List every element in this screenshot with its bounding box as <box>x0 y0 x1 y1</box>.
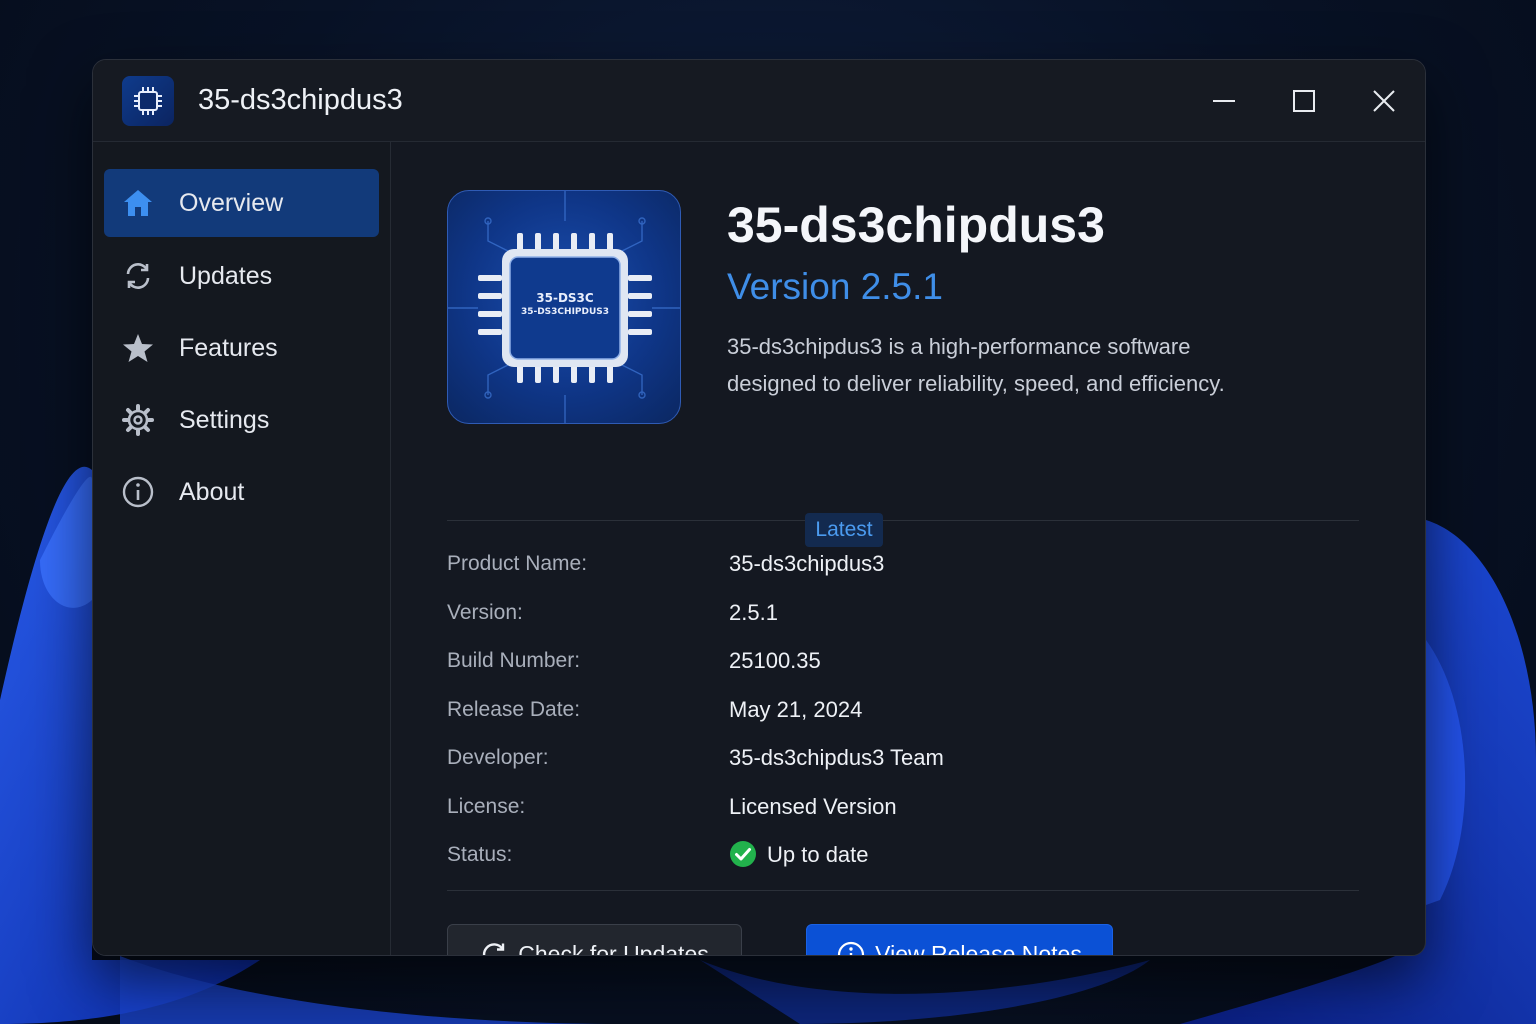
sidebar-item-features[interactable]: Features <box>104 314 379 382</box>
sidebar-item-overview[interactable]: Overview <box>104 169 379 237</box>
close-icon <box>1373 90 1395 112</box>
star-icon <box>122 332 154 364</box>
app-title: 35-ds3chipdus3 <box>727 197 1105 253</box>
overview-panel: 35-DS3C 35-DS3CHIPDUS3 35-ds3chipdus3 Ve… <box>391 142 1425 956</box>
info-value-license: Licensed Version <box>729 794 897 819</box>
info-label-release-date: Release Date: <box>447 698 581 721</box>
app-description: 35-ds3chipdus3 is a high-performance sof… <box>727 334 1225 396</box>
app-version: Version 2.5.1 <box>727 266 943 307</box>
refresh-icon <box>122 260 154 292</box>
sidebar: Overview Updates Features Settings About <box>93 142 391 955</box>
check-for-updates-button[interactable]: Check for Updates <box>447 924 742 956</box>
info-icon <box>837 941 865 955</box>
info-label-version: Version: <box>447 601 523 624</box>
info-label-build-number: Build Number: <box>447 649 581 672</box>
chip-label-line1: 35-DS3C <box>536 291 594 305</box>
sidebar-item-label: About <box>179 478 245 506</box>
info-label-license: License: <box>447 795 526 818</box>
app-logo-icon <box>122 76 174 126</box>
sidebar-item-label: Settings <box>179 406 270 434</box>
maximize-icon <box>1293 90 1315 112</box>
check-for-updates-label: Check for Updates <box>518 941 709 956</box>
info-value-product-name: 35-ds3chipdus3 <box>729 551 885 576</box>
window-title: 35-ds3chipdus3 <box>198 84 403 116</box>
maximize-button[interactable] <box>1283 80 1325 122</box>
sidebar-item-about[interactable]: About <box>104 458 379 526</box>
latest-badge: Latest <box>805 513 883 547</box>
minimize-icon <box>1213 100 1235 102</box>
info-value-build-number: 25100.35 <box>729 648 821 673</box>
gear-icon <box>122 404 154 436</box>
divider <box>447 520 1359 521</box>
info-value-version: 2.5.1 <box>729 600 778 625</box>
sidebar-item-settings[interactable]: Settings <box>104 386 379 454</box>
view-release-notes-button[interactable]: View Release Notes <box>806 924 1113 956</box>
info-label-product-name: Product Name: <box>447 552 588 575</box>
info-value-status: Up to date <box>767 842 869 867</box>
info-value-developer: 35-ds3chipdus3 Team <box>729 745 944 770</box>
sidebar-item-label: Features <box>179 334 278 362</box>
close-button[interactable] <box>1363 80 1405 122</box>
sidebar-item-label: Updates <box>179 262 273 290</box>
minimize-button[interactable] <box>1203 80 1245 122</box>
info-icon <box>122 476 154 508</box>
info-label-status: Status: <box>447 843 513 866</box>
check-circle-icon <box>730 841 756 867</box>
info-label-developer: Developer: <box>447 746 549 769</box>
info-value-release-date: May 21, 2024 <box>729 697 863 722</box>
divider <box>447 890 1359 891</box>
sidebar-item-label: Overview <box>179 189 284 217</box>
chip-app-icon: 35-DS3C 35-DS3CHIPDUS3 <box>447 190 681 424</box>
refresh-icon <box>480 941 508 955</box>
chip-label-line2: 35-DS3CHIPDUS3 <box>520 307 610 317</box>
view-release-notes-label: View Release Notes <box>875 941 1082 956</box>
home-icon <box>122 187 154 219</box>
app-window: 35-ds3chipdus3 Overview Updates Features… <box>92 59 1426 956</box>
title-bar[interactable]: 35-ds3chipdus3 <box>93 60 1425 142</box>
sidebar-item-updates[interactable]: Updates <box>104 242 379 310</box>
